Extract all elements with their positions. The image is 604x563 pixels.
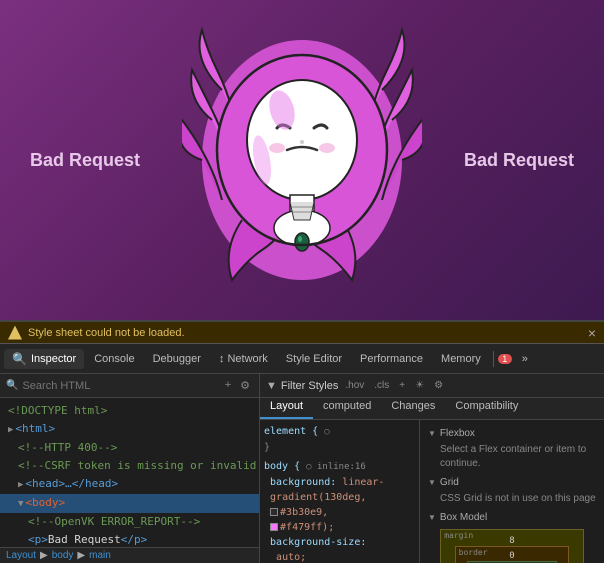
sub-tabs: Layout computed Changes Compatibility [260,398,604,420]
more-tab-label: » [522,353,528,365]
sub-tab-layout[interactable]: Layout [260,398,313,419]
right-panel: ▼ Filter Styles .hov .cls + ☀ ⚙ Layout c… [260,374,604,563]
filter-bar: ▼ Filter Styles .hov .cls + ☀ ⚙ [260,374,604,398]
search-html-input[interactable] [22,380,217,392]
right-content-area: element { ○ } body { ○ inline:16 backgro… [260,420,604,563]
tree-comment-csrf: <!--CSRF token is missing or invalid.--> [0,457,259,475]
flexbox-label: Flexbox [440,428,475,439]
styles-section: element { ○ } body { ○ inline:16 backgro… [260,420,420,563]
grid-arrow: ▼ [428,478,436,487]
breadcrumb: Layout ▶ body ▶ main [0,547,259,563]
tab-network[interactable]: ↕ Network [211,350,276,368]
add-node-button[interactable]: + [222,378,234,393]
flexbox-info-text: Select a Flex container or item to conti… [428,441,596,475]
network-tab-label: ↕ Network [219,353,268,365]
tree-comment-openvk: <!--OpenVK ERROR_REPORT--> [0,513,259,531]
bad-request-left: Bad Request [0,150,140,171]
devtools-panel: Style sheet could not be loaded. × 🔍 Ins… [0,320,604,563]
filter-hov-button[interactable]: .hov [342,379,367,392]
flexbox-arrow: ▼ [428,429,436,438]
search-actions: + ⚙ [222,378,253,393]
memory-tab-label: Memory [441,353,481,365]
element-rule: element { ○ } [264,424,415,455]
box-model-arrow: ▼ [428,513,436,522]
tree-doctype: <!DOCTYPE html> [0,402,259,420]
inspector-tab-label: Inspector [31,353,76,365]
tab-memory[interactable]: Memory [433,350,489,368]
warning-bar: Style sheet could not be loaded. × [0,322,604,344]
html-search-bar: 🔍 + ⚙ [0,374,259,398]
inspector-panel: 🔍 + ⚙ <!DOCTYPE html> ▶<html> <!--HTTP 4… [0,374,260,563]
margin-box: margin 8 8 border 0 0 [440,529,584,563]
debugger-tab-label: Debugger [153,353,201,365]
tab-style-editor[interactable]: Style Editor [278,350,350,368]
tab-separator [493,351,494,367]
character-illustration [182,10,422,300]
grid-section-header[interactable]: ▼ Grid [428,475,596,490]
style-editor-tab-label: Style Editor [286,353,342,365]
tree-p-bad1[interactable]: <p>Bad Request</p> [0,531,259,547]
browser-viewport: Bad Request [0,0,604,320]
performance-tab-label: Performance [360,353,423,365]
border-label: border [459,548,488,557]
sub-tab-compatibility[interactable]: Compatibility [445,398,528,419]
warning-text: Style sheet could not be loaded. [28,327,185,339]
border-box: border 0 0 padding 0 [455,546,570,563]
notification-badge: 1 [498,354,512,364]
breadcrumb-main[interactable]: main [89,550,111,561]
breadcrumb-layout[interactable]: Layout [6,550,36,561]
devtools-content: 🔍 + ⚙ <!DOCTYPE html> ▶<html> <!--HTTP 4… [0,374,604,563]
tree-comment-http: <!--HTTP 400--> [0,439,259,457]
tab-inspector[interactable]: 🔍 Inspector [4,349,84,369]
filter-add-button[interactable]: + [396,379,408,392]
margin-middle-row: 8 border 0 0 [447,546,577,563]
console-tab-label: Console [94,353,134,365]
compatibility-tab-label: Compatibility [455,400,518,412]
filter-gear-button[interactable]: ⚙ [431,379,446,392]
box-model-label: Box Model [440,512,487,523]
filter-sun-button[interactable]: ☀ [412,379,427,392]
sub-tab-changes[interactable]: Changes [381,398,445,419]
body-rule: body { ○ inline:16 background: linear- g… [264,459,415,563]
inspector-icon: 🔍 [12,352,27,366]
bad-request-right: Bad Request [464,150,604,171]
warning-close-button[interactable]: × [588,325,596,341]
warning-icon [8,326,22,340]
computed-tab-label: computed [323,400,371,412]
filter-label: Filter Styles [281,380,338,392]
flexbox-section-header[interactable]: ▼ Flexbox [428,426,596,441]
layout-tab-label: Layout [270,400,303,412]
filter-icon: ▼ [266,380,277,392]
changes-tab-label: Changes [391,400,435,412]
tree-head[interactable]: ▶<head>…</head> [0,475,259,494]
search-options-button[interactable]: ⚙ [237,378,253,393]
html-tree: <!DOCTYPE html> ▶<html> <!--HTTP 400--> … [0,398,259,547]
search-icon: 🔍 [6,380,18,391]
margin-label: margin [444,531,473,540]
breadcrumb-body[interactable]: body [52,550,74,561]
filter-cls-button[interactable]: .cls [371,379,392,392]
layout-section: ▼ Flexbox Select a Flex container or ite… [420,420,604,563]
box-model-section-header[interactable]: ▼ Box Model [428,510,596,525]
grid-info-text: CSS Grid is not in use on this page [428,490,596,510]
devtools-toolbar: 🔍 Inspector Console Debugger ↕ Network S… [0,344,604,374]
tree-body[interactable]: ▼<body> [0,494,259,513]
sub-tab-computed[interactable]: computed [313,398,381,419]
tree-html[interactable]: ▶<html> [0,420,259,439]
tab-more[interactable]: » [514,350,536,368]
box-model-diagram: margin 8 8 border 0 0 [428,529,596,563]
tab-performance[interactable]: Performance [352,350,431,368]
grid-label: Grid [440,477,459,488]
tab-console[interactable]: Console [86,350,142,368]
tab-debugger[interactable]: Debugger [145,350,209,368]
